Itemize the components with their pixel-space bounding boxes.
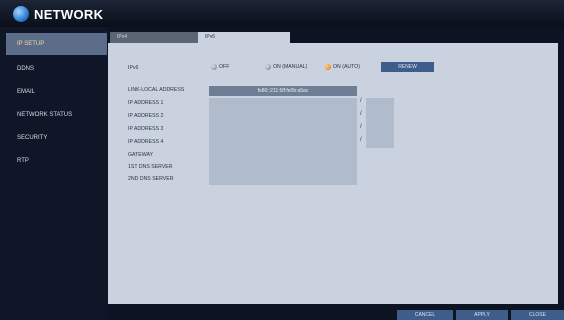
ip-address-input-area[interactable] (209, 98, 357, 185)
radio-off-icon (211, 64, 217, 70)
ip-address-2-label: IP ADDRESS 2 (128, 113, 164, 119)
radio-on-manual-icon (265, 64, 271, 70)
apply-button[interactable]: APPLY (456, 310, 508, 320)
link-local-address-label: LINK-LOCAL ADDRESS (128, 87, 185, 93)
prefix-separator-2: / (360, 111, 362, 117)
sidebar: IP SETUP DDNS EMAIL NETWORK STATUS SECUR… (0, 27, 108, 320)
window-title: NETWORK (34, 7, 104, 22)
radio-on-auto[interactable]: ON (AUTO) (325, 64, 360, 70)
ip-address-4-label: IP ADDRESS 4 (128, 139, 164, 145)
sidebar-item-ip-setup[interactable]: IP SETUP (6, 33, 107, 55)
prefix-separator-1: / (360, 98, 362, 104)
tab-ipv4[interactable]: IPv4 (110, 32, 198, 43)
ip-address-1-label: IP ADDRESS 1 (128, 100, 164, 106)
sidebar-item-network-status[interactable]: NETWORK STATUS (6, 104, 107, 126)
sidebar-item-security[interactable]: SECURITY (6, 127, 107, 149)
1st-dns-server-label: 1ST DNS SERVER (128, 164, 173, 170)
prefix-length-fields[interactable] (366, 98, 394, 148)
radio-off-label: OFF (219, 64, 230, 70)
radio-on-manual-label: ON (MANUAL) (273, 64, 308, 70)
radio-on-manual[interactable]: ON (MANUAL) (265, 64, 307, 70)
sidebar-item-email[interactable]: EMAIL (6, 81, 107, 103)
sidebar-item-rtp[interactable]: RTP (6, 150, 107, 172)
prefix-separator-4: / (360, 137, 362, 143)
radio-on-auto-label: ON (AUTO) (333, 64, 360, 70)
ip-address-3-label: IP ADDRESS 3 (128, 126, 164, 132)
renew-button[interactable]: RENEW (381, 62, 434, 72)
gateway-label: GATEWAY (128, 152, 153, 158)
cancel-button[interactable]: CANCEL (397, 310, 453, 320)
globe-icon (13, 6, 29, 22)
ipv6-label: IPv6 (128, 65, 139, 71)
close-button[interactable]: CLOSE (511, 310, 564, 320)
radio-on-auto-icon (325, 64, 331, 70)
prefix-separator-3: / (360, 124, 362, 130)
sidebar-item-ddns[interactable]: DDNS (6, 58, 107, 80)
radio-off[interactable]: OFF (211, 64, 229, 70)
tab-ipv6[interactable]: IPv6 (198, 32, 290, 43)
link-local-address-field: fe80::211:5ff:fe0b:a5ac (209, 86, 357, 96)
title-bar: NETWORK (0, 0, 564, 27)
2nd-dns-server-label: 2ND DNS SERVER (128, 176, 174, 182)
